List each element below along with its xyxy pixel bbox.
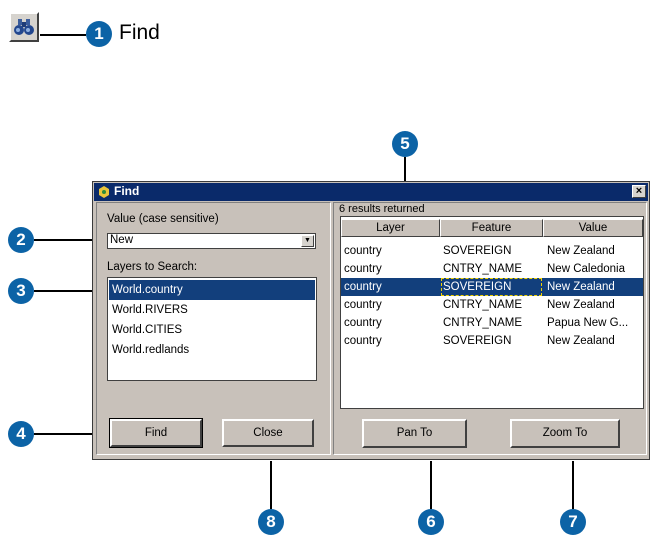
layer-item[interactable]: World.redlands (109, 340, 315, 360)
callout-8-leader (270, 461, 272, 509)
callout-8: 8 (258, 509, 284, 535)
find-button[interactable]: Find (109, 418, 203, 448)
result-cell[interactable]: New Zealand (547, 242, 615, 260)
layers-label: Layers to Search: (107, 261, 198, 273)
find-caption: Find (119, 21, 160, 44)
layer-item[interactable]: World.country (109, 280, 315, 300)
column-header-value[interactable]: Value (543, 219, 643, 237)
callout-1: 1 (86, 21, 112, 47)
result-cell[interactable]: CNTRY_NAME (443, 260, 522, 278)
result-cell[interactable]: country (344, 296, 382, 314)
result-cell[interactable]: New Caledonia (547, 260, 625, 278)
result-cell[interactable]: country (344, 260, 382, 278)
find-tool-button[interactable] (9, 12, 39, 42)
layer-item[interactable]: World.RIVERS (109, 300, 315, 320)
callout-3: 3 (8, 278, 34, 304)
result-cell[interactable]: SOVEREIGN (443, 278, 511, 296)
column-header-layer[interactable]: Layer (341, 219, 440, 237)
value-text: New (110, 234, 134, 246)
dialog-titlebar[interactable]: Find × (94, 183, 648, 201)
callout-2: 2 (8, 227, 34, 253)
zoom-to-button[interactable]: Zoom To (510, 419, 620, 448)
callout-4: 4 (8, 421, 34, 447)
result-cell[interactable]: country (344, 314, 382, 332)
result-cell[interactable]: CNTRY_NAME (443, 296, 522, 314)
binoculars-icon (14, 19, 34, 35)
callout-7: 7 (560, 509, 586, 535)
close-icon[interactable]: × (632, 185, 646, 198)
callout-7-leader (572, 461, 574, 509)
callout-6-leader (430, 461, 432, 509)
value-label: Value (case sensitive) (107, 213, 219, 225)
result-cell[interactable]: SOVEREIGN (443, 242, 511, 260)
callout-5: 5 (392, 131, 418, 157)
dropdown-arrow-icon[interactable]: ▼ (301, 235, 314, 247)
column-header-feature[interactable]: Feature (440, 219, 543, 237)
callout-6: 6 (418, 509, 444, 535)
result-cell[interactable]: SOVEREIGN (443, 332, 511, 350)
result-cell[interactable]: New Zealand (547, 278, 615, 296)
layer-item[interactable]: World.CITIES (109, 320, 315, 340)
result-cell[interactable]: country (344, 332, 382, 350)
callout-1-leader (40, 34, 86, 36)
app-icon (97, 185, 111, 199)
dialog-title: Find (114, 184, 140, 198)
result-cell[interactable]: country (344, 242, 382, 260)
result-cell[interactable]: Papua New G... (547, 314, 628, 332)
result-cell[interactable]: CNTRY_NAME (443, 314, 522, 332)
close-button[interactable]: Close (222, 419, 314, 447)
pan-to-button[interactable]: Pan To (362, 419, 467, 448)
result-cell[interactable]: New Zealand (547, 332, 615, 350)
result-cell[interactable]: New Zealand (547, 296, 615, 314)
layers-listbox[interactable]: World.country World.RIVERS World.CITIES … (107, 277, 317, 381)
value-combobox[interactable]: New ▼ (107, 233, 316, 249)
result-cell[interactable]: country (344, 278, 382, 296)
results-status: 6 results returned (339, 203, 425, 215)
